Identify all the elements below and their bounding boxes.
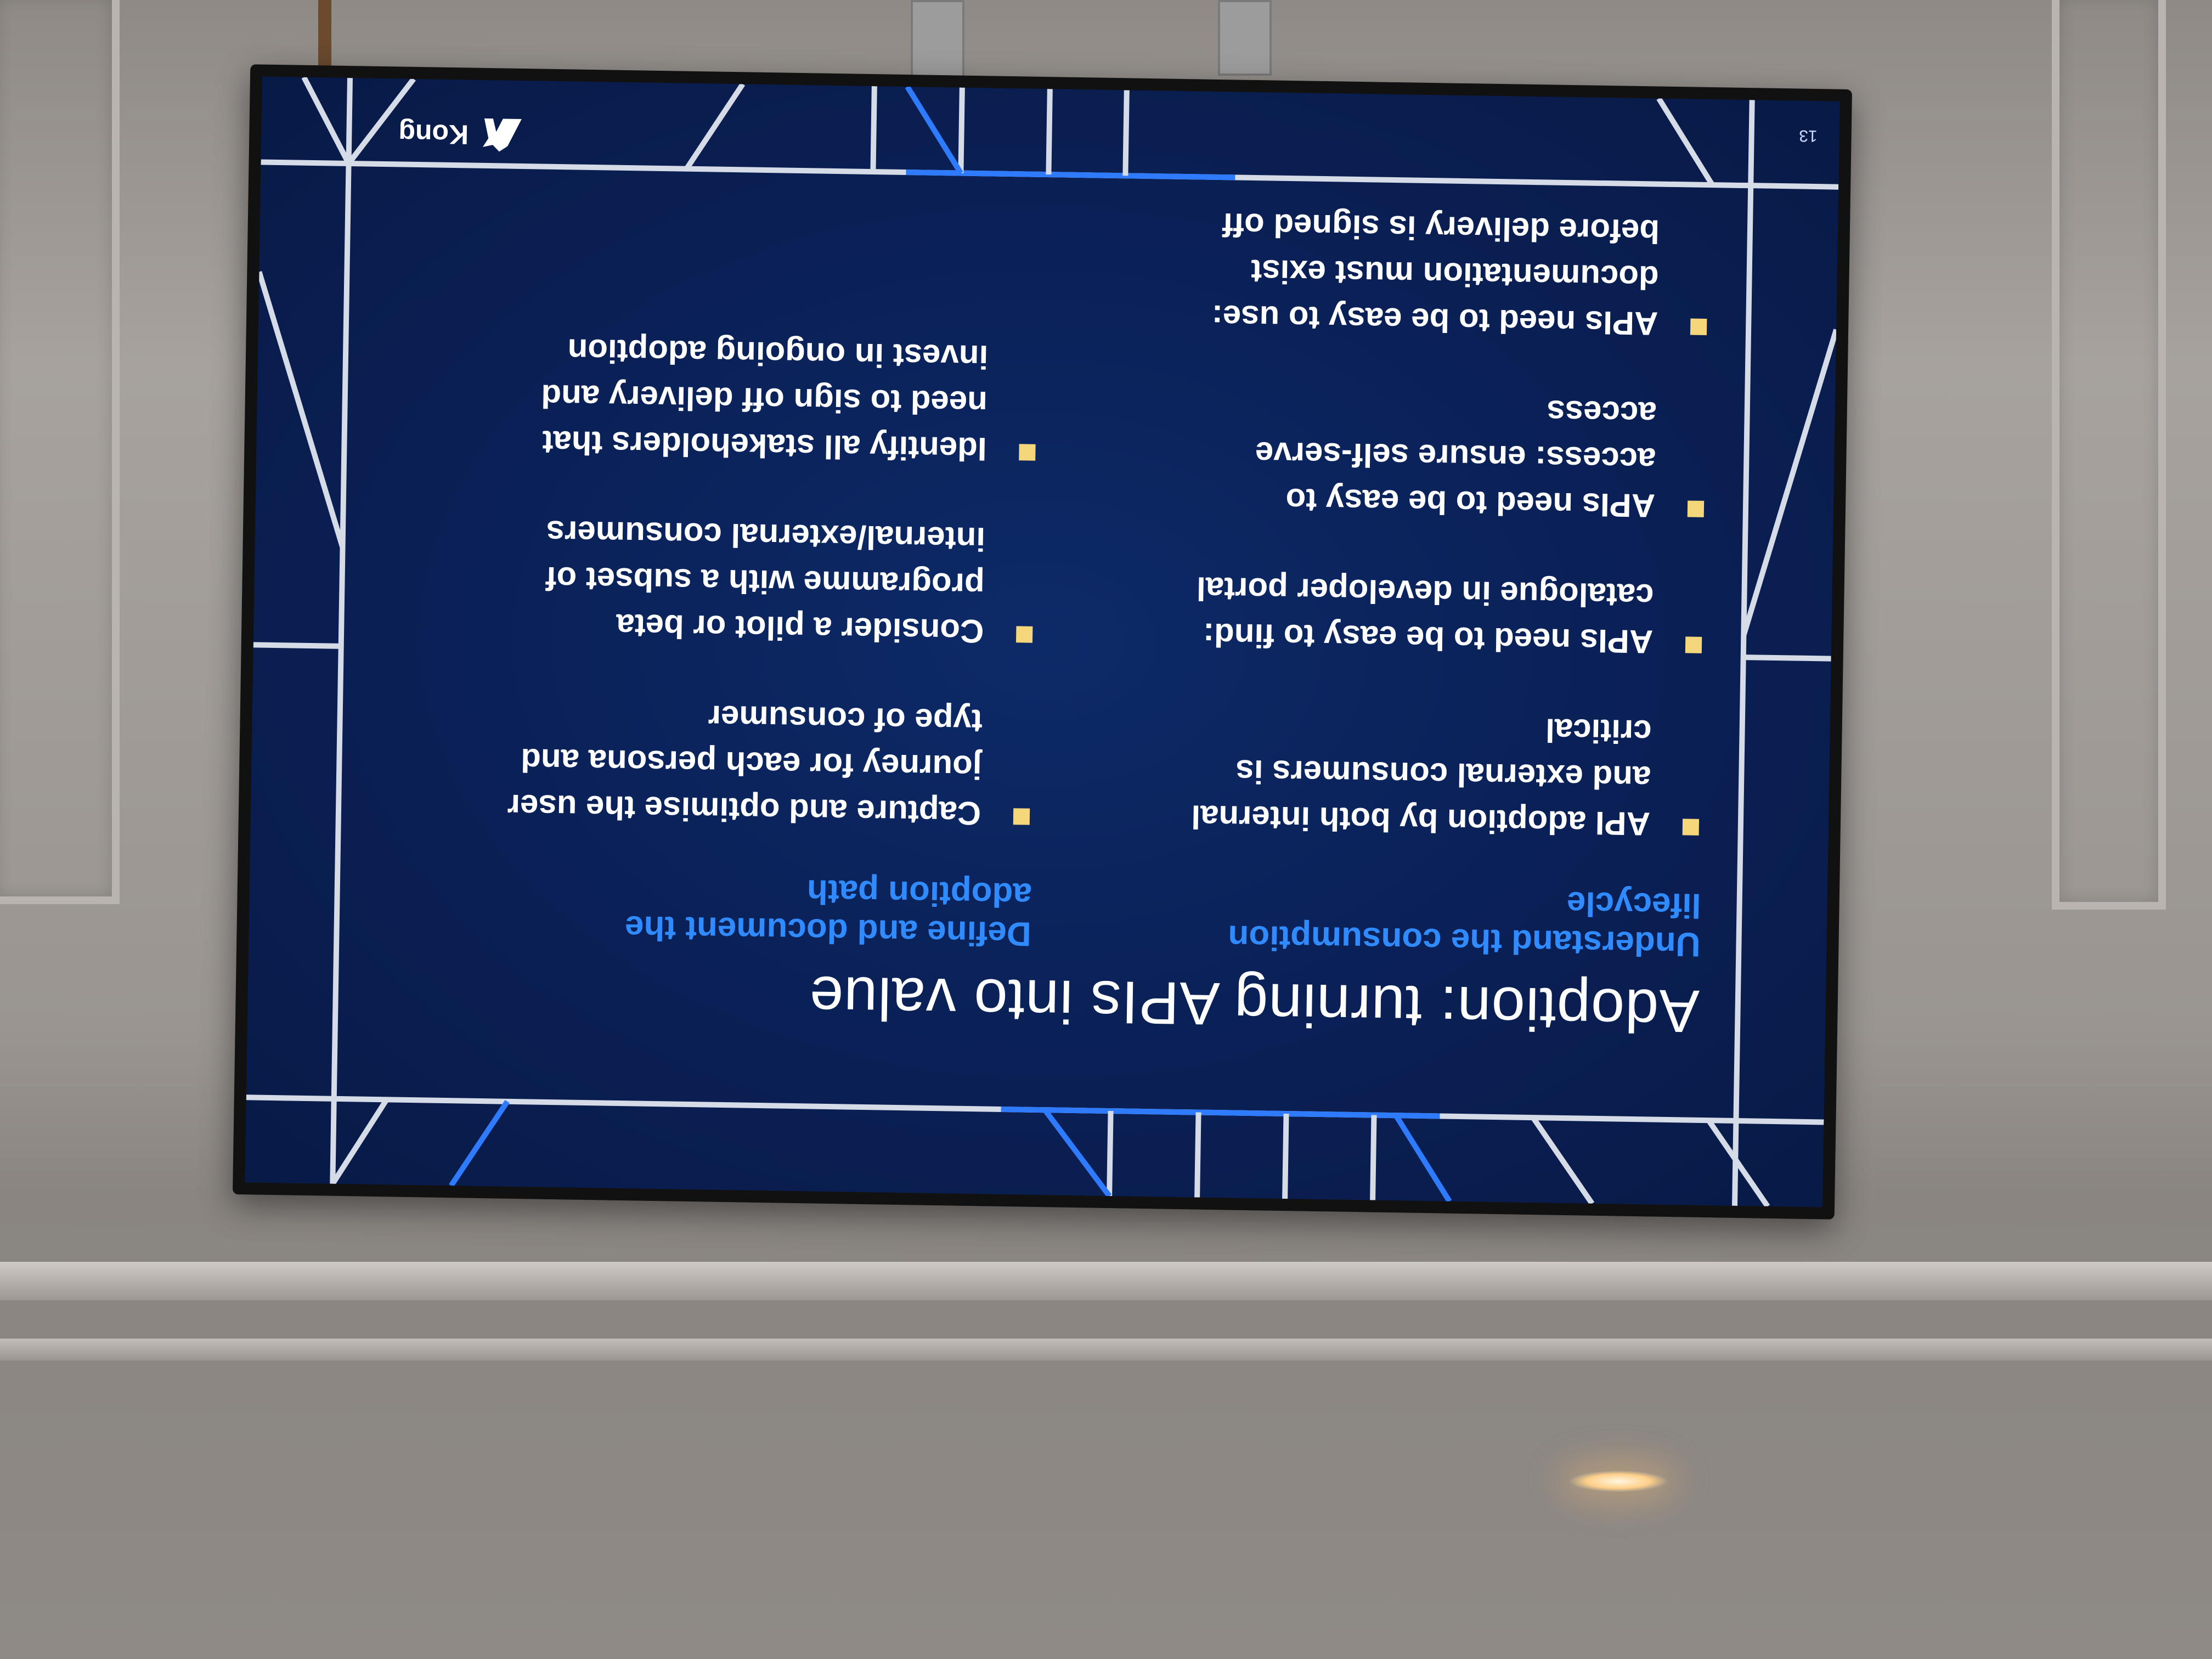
bullet-square-icon <box>1013 808 1030 825</box>
bullet-list: Capture and optimise the user journey fo… <box>484 326 1041 837</box>
frame-line <box>958 87 965 173</box>
list-item: APIs need to be easy to use: documentati… <box>1161 200 1712 347</box>
frame-line <box>253 642 341 649</box>
bullet-list: API adoption by both internal and extern… <box>1153 200 1712 848</box>
frame-line <box>1732 100 1755 1206</box>
frame-line <box>1531 1116 1595 1205</box>
kong-logo-icon <box>482 118 522 152</box>
frame-line <box>1282 1114 1289 1199</box>
ceiling-light <box>1569 1470 1668 1492</box>
wall-panel-right <box>2052 0 2166 910</box>
frame-line <box>256 271 346 549</box>
list-item: Capture and optimise the user journey fo… <box>484 690 1035 837</box>
frame-line <box>1122 90 1130 176</box>
frame-line <box>301 76 351 165</box>
logo-text: Kong <box>398 118 469 150</box>
slide-page-number: 13 <box>1799 126 1818 145</box>
column-heading: Understand the consumption lifecycle <box>1227 884 1702 963</box>
company-logo: Kong <box>398 111 527 157</box>
list-item: Consider a pilot or beta programme with … <box>487 508 1038 655</box>
bullet-text: APIs need to be easy to find: catalogue … <box>1196 570 1654 661</box>
tv-mount-bracket <box>911 0 964 87</box>
bullet-text: APIs need to be easy to access: ensure s… <box>1255 393 1657 524</box>
bullet-text: APIs need to be easy to use: documentati… <box>1211 206 1660 342</box>
slide-title: Adoption: turning APIs into value <box>808 963 1700 1045</box>
bullet-text: Capture and optimise the user journey fo… <box>507 698 983 832</box>
frame-line <box>1046 89 1053 175</box>
bullet-square-icon <box>1687 500 1705 517</box>
left-column: Understand the consumption lifecycle API… <box>1152 156 1713 964</box>
frame-line <box>1393 1114 1452 1203</box>
column-heading: Define and document the adoption path <box>624 872 1032 953</box>
frame-line <box>330 77 353 1184</box>
ceiling-edge <box>0 1339 2212 1361</box>
bullet-square-icon <box>1682 819 1700 836</box>
bullet-square-icon <box>1015 626 1033 643</box>
list-item: Identify all stakeholders that need to s… <box>490 326 1041 473</box>
frame-line <box>1107 1110 1114 1197</box>
right-column: Define and document the adoption path Ca… <box>482 282 1041 953</box>
bullet-text: Consider a pilot or beta programme with … <box>545 514 986 650</box>
bullet-square-icon <box>1685 636 1702 653</box>
frame-line <box>449 1100 510 1187</box>
television: Adoption: turning APIs into value Unders… <box>233 64 1852 1220</box>
frame-line <box>905 85 963 175</box>
bullet-square-icon <box>1019 444 1036 461</box>
bullet-text: Identify all stakeholders that need to s… <box>540 332 989 468</box>
bullet-square-icon <box>1690 318 1707 335</box>
wall-ledge <box>0 1262 2212 1300</box>
list-item: API adoption by both internal and extern… <box>1153 701 1704 848</box>
frame-line <box>1370 1115 1377 1200</box>
frame-line <box>1042 1108 1112 1198</box>
list-item: APIs need to be easy to access: ensure s… <box>1158 382 1709 529</box>
frame-line <box>1194 1112 1201 1198</box>
frame-line <box>684 82 746 171</box>
tv-mount-bracket <box>1218 0 1272 76</box>
wall-panel-left <box>0 0 120 904</box>
frame-line <box>870 86 877 172</box>
frame-line <box>1743 654 1831 662</box>
frame-line <box>1741 329 1839 636</box>
presentation-slide: Adoption: turning APIs into value Unders… <box>245 76 1839 1207</box>
list-item: APIs need to be easy to find: catalogue … <box>1156 565 1707 665</box>
frame-line <box>330 1098 389 1186</box>
bullet-text: API adoption by both internal and extern… <box>1190 712 1652 843</box>
tv-screen: Adoption: turning APIs into value Unders… <box>245 76 1840 1207</box>
